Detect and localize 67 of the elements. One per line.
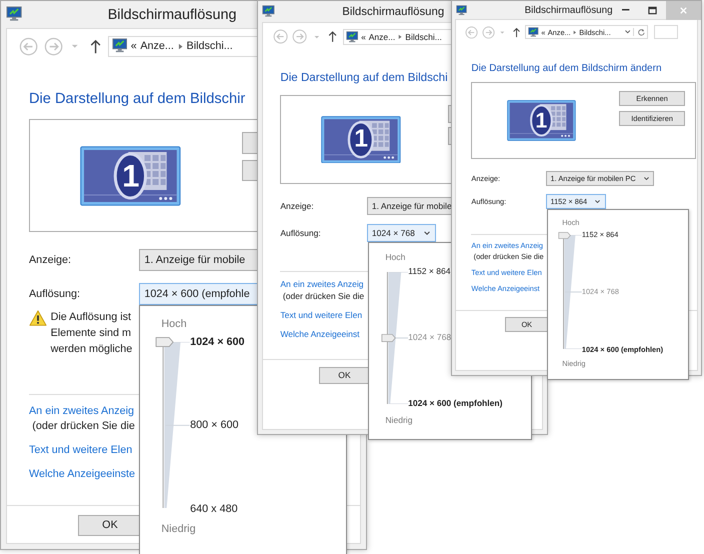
monitor-icon (112, 38, 128, 54)
search-field[interactable] (654, 24, 678, 40)
hint-text: (oder drücken Sie die (282, 291, 364, 304)
link[interactable]: Welche Anzeigeeinst (280, 328, 360, 341)
slider-thumb[interactable] (380, 334, 396, 342)
display-drawing[interactable]: 1 (80, 146, 182, 206)
resolution-label: Auflösung: (28, 288, 82, 300)
monitor-icon (528, 26, 539, 38)
resolution-option[interactable]: 640 x 480 (190, 502, 245, 516)
slider-thumb[interactable] (155, 336, 175, 347)
resolution-option[interactable]: 800 × 600 (190, 418, 245, 432)
link[interactable]: An ein zweites Anzeig (28, 404, 134, 420)
refresh-icon[interactable] (633, 28, 646, 36)
close-icon (679, 6, 688, 15)
link[interactable]: Text und weitere Elen (28, 442, 132, 458)
link[interactable]: Text und weitere Elen (280, 310, 362, 322)
low-label: Niedrig (385, 415, 412, 426)
display-drawing[interactable]: 1 (506, 100, 576, 142)
high-label: Hoch (385, 252, 406, 262)
slider-thumb[interactable] (558, 232, 572, 239)
breadcrumb-item[interactable]: Bildschi... (405, 32, 442, 42)
display-drawing[interactable]: 1 (321, 116, 402, 164)
link[interactable]: Welche Anzeigeeinste (28, 466, 136, 482)
low-label: Niedrig (161, 522, 196, 535)
chevron-down-icon (643, 174, 650, 182)
display-number: 1 (354, 127, 368, 152)
page-heading: Die Darstellung auf dem Bildschi (280, 71, 449, 86)
page-heading: Die Darstellung auf dem Bildschir (28, 90, 246, 109)
forward-button[interactable] (480, 24, 497, 40)
warning-icon (28, 310, 47, 326)
monitor-icon (262, 5, 276, 18)
breadcrumb-item[interactable]: Anze... (140, 40, 174, 52)
window-title: Bildschirmauflösung (108, 6, 236, 22)
resolution-label: Auflösung: (280, 228, 322, 238)
monitor-icon (6, 6, 23, 23)
link[interactable]: An ein zweites Anzeig (280, 279, 364, 292)
display-label: Anzeige: (28, 254, 72, 266)
ok-button[interactable]: OK (318, 366, 370, 384)
resolution-select[interactable]: 1024 × 768 (367, 224, 436, 242)
window-title: Bildschirmauflösung (342, 6, 444, 18)
page-heading: Die Darstellung auf dem Bildschirm ändern (471, 62, 663, 75)
breadcrumb-overflow[interactable]: « (130, 40, 137, 52)
breadcrumb-overflow[interactable]: « (361, 32, 366, 42)
minimize-icon (622, 9, 630, 11)
triangle-icon (178, 42, 183, 50)
triangle-icon (573, 30, 577, 35)
chevron-down-icon (423, 229, 432, 238)
display-number: 1 (535, 110, 548, 132)
monitor-icon (456, 4, 467, 16)
resolution-option[interactable]: 1024 × 600 (190, 334, 245, 349)
chevron-down-icon[interactable] (624, 28, 631, 36)
high-label: Hoch (161, 318, 187, 330)
resolution-option[interactable]: 1024 × 600 (empfohlen) (408, 398, 502, 410)
maximize-icon (648, 6, 658, 15)
display-label: Anzeige: (280, 201, 315, 212)
breadcrumb-item[interactable]: Anze... (368, 32, 396, 42)
back-button[interactable] (462, 24, 480, 40)
caret-icon (312, 33, 320, 41)
triangle-icon (398, 34, 402, 40)
caret-icon (499, 28, 506, 36)
chevron-down-icon (594, 198, 602, 205)
display-number: 1 (122, 160, 140, 192)
warning-text: Die Auflösung ist Elemente sind m werden mögliche (50, 310, 132, 358)
window-title: Bildschirmauflösung (524, 4, 613, 16)
hint-text: (oder drücken Sie die (31, 419, 135, 434)
monitor-icon (346, 30, 358, 44)
breadcrumb-item[interactable]: Bildschi... (186, 40, 233, 52)
